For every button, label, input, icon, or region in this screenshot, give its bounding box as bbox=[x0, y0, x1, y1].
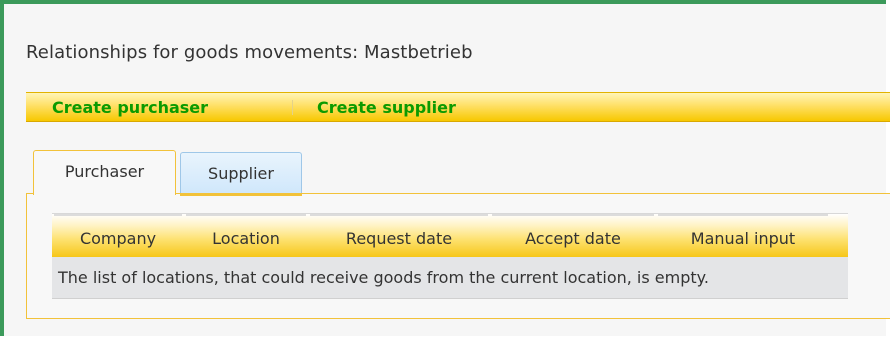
grid-empty-row: The list of locations, that could receiv… bbox=[52, 257, 848, 299]
empty-list-message: The list of locations, that could receiv… bbox=[58, 268, 709, 287]
column-header-label: Accept date bbox=[525, 229, 621, 248]
action-toolbar: Create purchaser Create supplier bbox=[26, 92, 890, 122]
page-title: Relationships for goods movements: Mastb… bbox=[26, 42, 473, 63]
column-divider bbox=[492, 214, 654, 216]
column-header-label: Manual input bbox=[690, 229, 796, 248]
column-header-label: Location bbox=[212, 229, 280, 248]
column-header-request-date[interactable]: Request date bbox=[308, 214, 490, 258]
column-header-label: Request date bbox=[345, 229, 453, 248]
grid-header: Company Location Request date Accept dat… bbox=[52, 213, 848, 258]
column-divider bbox=[54, 214, 182, 216]
tab-purchaser[interactable]: Purchaser bbox=[33, 150, 176, 195]
toolbar-separator bbox=[292, 100, 293, 115]
column-divider bbox=[186, 214, 306, 216]
column-divider bbox=[310, 214, 488, 216]
create-purchaser-link[interactable]: Create purchaser bbox=[52, 98, 208, 117]
tab-supplier[interactable]: Supplier bbox=[180, 152, 302, 196]
tab-purchaser-label: Purchaser bbox=[64, 162, 145, 181]
column-header-manual-input[interactable]: Manual input bbox=[656, 214, 830, 258]
column-header-accept-date[interactable]: Accept date bbox=[490, 214, 656, 258]
create-supplier-link[interactable]: Create supplier bbox=[317, 98, 456, 117]
column-divider bbox=[658, 214, 828, 216]
column-header-company[interactable]: Company bbox=[52, 214, 184, 258]
column-header-location[interactable]: Location bbox=[184, 214, 308, 258]
column-header-label: Company bbox=[79, 229, 157, 248]
tab-supplier-label: Supplier bbox=[208, 164, 274, 183]
